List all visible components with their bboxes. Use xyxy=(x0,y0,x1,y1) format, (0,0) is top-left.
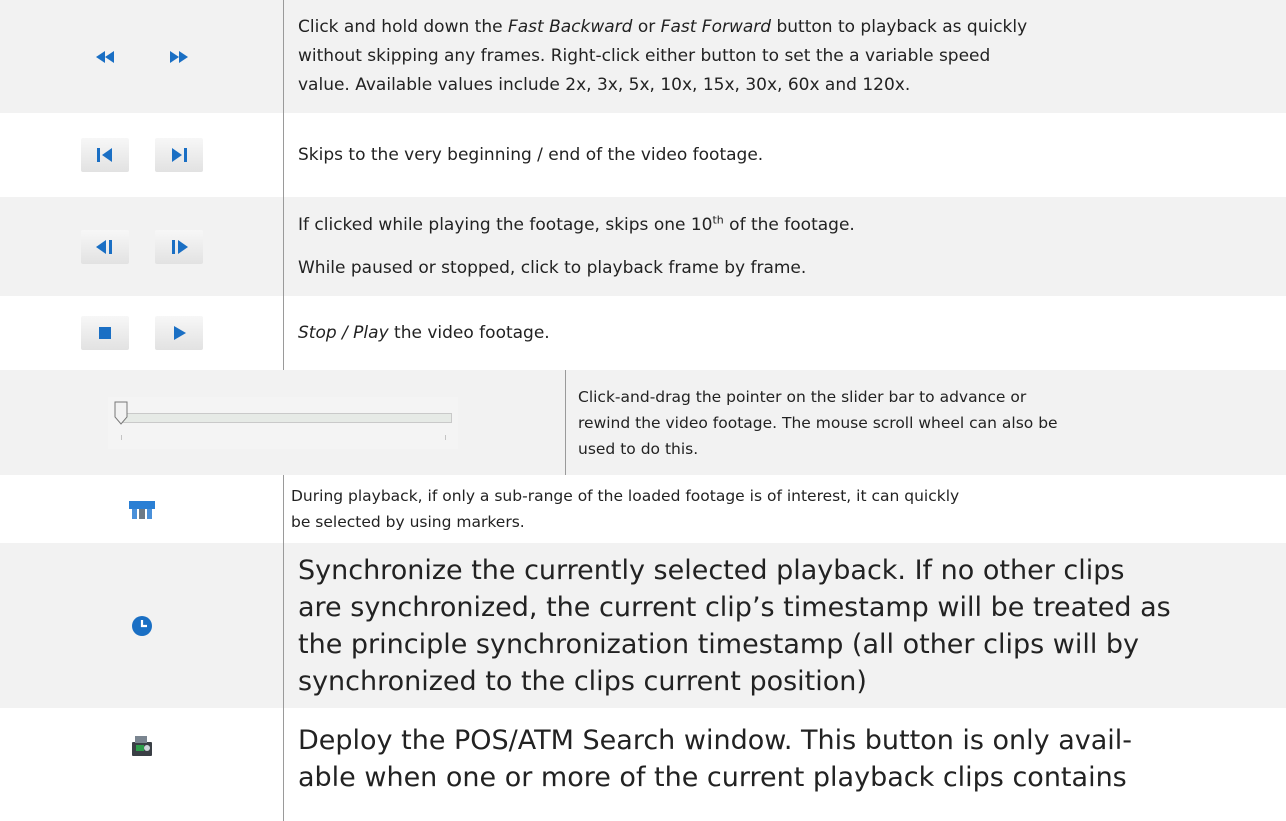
description-line: Synchronize the currently selected playb… xyxy=(298,554,1125,586)
description-line: without skipping any frames. Right-click… xyxy=(298,46,991,66)
icon-cell xyxy=(0,296,283,370)
description: Click-and-drag the pointer on the slider… xyxy=(578,370,1276,475)
step-backward-icon[interactable] xyxy=(80,229,129,264)
slider-cell xyxy=(0,370,565,475)
column-divider xyxy=(283,475,284,543)
description-line: Skips to the very beginning / end of the… xyxy=(298,144,764,165)
description-line: rewind the video footage. The mouse scro… xyxy=(578,413,1058,432)
column-divider xyxy=(283,708,284,821)
fast-forward-icon[interactable] xyxy=(155,40,203,74)
table-row-slider: Click-and-drag the pointer on the slider… xyxy=(0,370,1286,475)
table-row-fast: Click and hold down the Fast Backward or… xyxy=(0,0,1286,113)
skip-to-end-icon[interactable] xyxy=(154,138,203,172)
column-divider xyxy=(283,113,284,197)
description: Skips to the very beginning / end of the… xyxy=(298,113,1276,197)
description: Stop / Play the video footage. xyxy=(298,296,1276,370)
description-line: able when one or more of the current pla… xyxy=(298,762,1127,793)
icon-cell xyxy=(0,708,283,821)
markers-icon[interactable] xyxy=(128,498,155,520)
description-line: be selected by using markers. xyxy=(291,513,525,531)
description: Click and hold down the Fast Backward or… xyxy=(298,0,1276,113)
column-divider xyxy=(283,0,284,113)
description-line: value. Available values include 2x, 3x, … xyxy=(298,75,911,95)
description: Deploy the POS/ATM Search window. This b… xyxy=(298,708,1278,821)
description-line: the principle synchronization timestamp … xyxy=(298,628,1140,660)
table-row-stop-play: Stop / Play the video footage. xyxy=(0,296,1286,370)
slider-tick xyxy=(444,434,446,440)
icon-cell xyxy=(0,475,283,543)
description-line: Stop / Play the video footage. xyxy=(298,322,550,343)
description-line: are synchronized, the current clip’s tim… xyxy=(298,591,1171,623)
table-row-markers: During playback, if only a sub-range of … xyxy=(0,475,1286,543)
stop-icon[interactable] xyxy=(80,316,129,350)
description: During playback, if only a sub-range of … xyxy=(291,475,1276,543)
slider-tick xyxy=(120,434,122,440)
column-divider xyxy=(283,543,284,708)
column-divider xyxy=(283,197,284,296)
column-divider xyxy=(283,296,284,370)
description-line: If clicked while playing the footage, sk… xyxy=(298,212,855,235)
description: If clicked while playing the footage, sk… xyxy=(298,197,1276,296)
slider-thumb[interactable] xyxy=(114,401,128,425)
description-line: used to do this. xyxy=(578,439,699,458)
playback-slider[interactable] xyxy=(107,396,458,449)
step-forward-icon[interactable] xyxy=(154,229,203,264)
description-line: synchronized to the clips current positi… xyxy=(298,665,867,697)
skip-to-start-icon[interactable] xyxy=(80,138,129,172)
table-row-pos-atm: Deploy the POS/ATM Search window. This b… xyxy=(0,708,1286,821)
description-line: Click and hold down the Fast Backward or… xyxy=(298,17,1028,37)
play-icon[interactable] xyxy=(154,316,203,350)
description-line: Click-and-drag the pointer on the slider… xyxy=(578,387,1027,406)
icon-cell xyxy=(0,543,283,708)
icon-cell xyxy=(0,0,283,113)
clock-icon[interactable] xyxy=(130,614,154,638)
table-row-sync: Synchronize the currently selected playb… xyxy=(0,543,1286,708)
pos-atm-search-icon[interactable] xyxy=(130,734,154,758)
column-divider xyxy=(565,370,566,475)
description-line: During playback, if only a sub-range of … xyxy=(291,487,960,505)
icon-cell xyxy=(0,197,283,296)
fast-backward-icon[interactable] xyxy=(81,40,129,74)
description: Synchronize the currently selected playb… xyxy=(298,543,1278,708)
table-row-skip: Skips to the very beginning / end of the… xyxy=(0,113,1286,197)
description-line: Deploy the POS/ATM Search window. This b… xyxy=(298,725,1133,756)
table-row-step: If clicked while playing the footage, sk… xyxy=(0,197,1286,296)
slider-track xyxy=(121,412,452,423)
description-line: While paused or stopped, click to playba… xyxy=(298,257,807,278)
icon-cell xyxy=(0,113,283,197)
